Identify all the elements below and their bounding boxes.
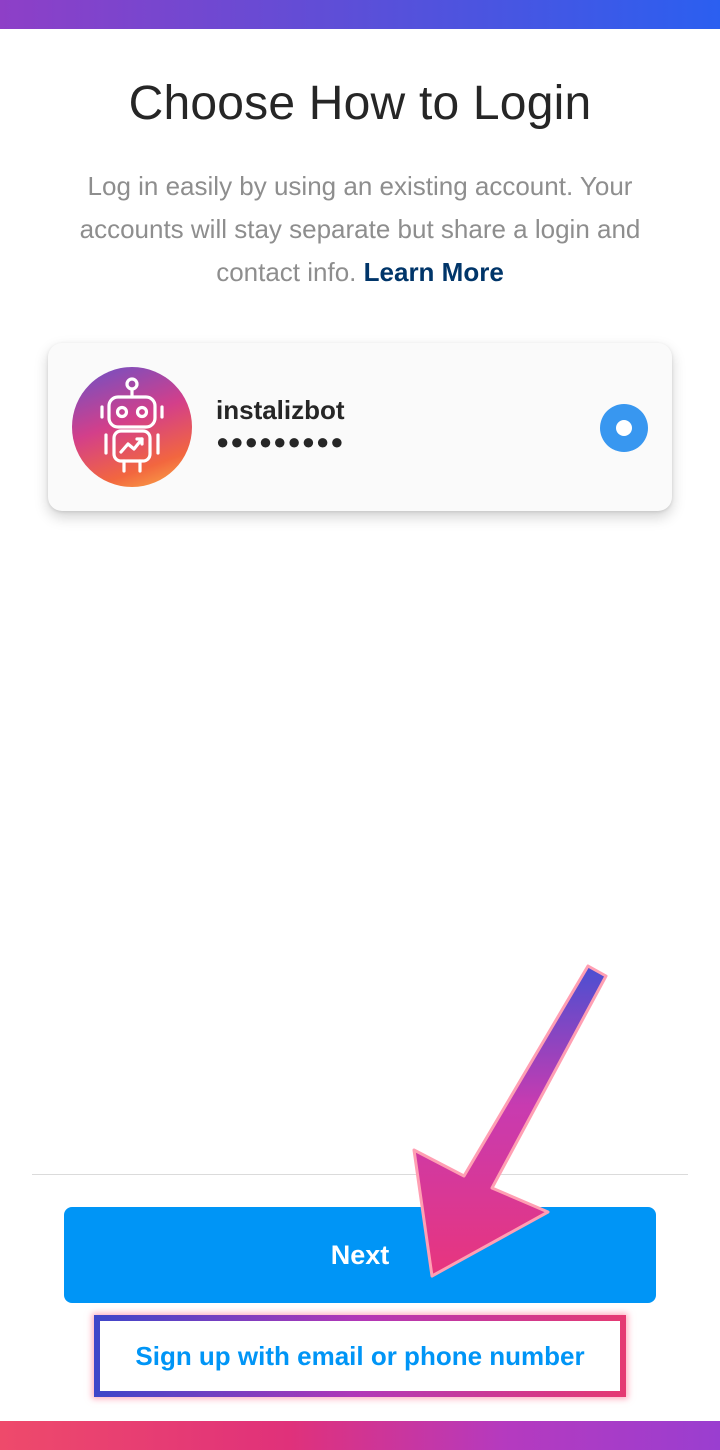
avatar xyxy=(72,367,192,487)
signup-link[interactable]: Sign up with email or phone number xyxy=(100,1321,620,1391)
robot-icon xyxy=(100,377,164,473)
signup-highlight-frame: Sign up with email or phone number xyxy=(94,1315,626,1397)
learn-more-link[interactable]: Learn More xyxy=(364,257,504,287)
subtitle-text: Log in easily by using an existing accou… xyxy=(79,171,641,287)
account-card[interactable]: instalizbot ●●●●●●●●● xyxy=(48,343,672,511)
top-gradient-bar xyxy=(0,0,720,29)
page-subtitle: Log in easily by using an existing accou… xyxy=(60,165,660,294)
bottom-gradient-bar xyxy=(0,1421,720,1450)
account-username: instalizbot xyxy=(216,395,345,425)
page-title: Choose How to Login xyxy=(128,77,592,130)
radio-selected-dot xyxy=(616,420,632,436)
pointer-arrow-icon xyxy=(412,964,608,1278)
account-password-mask: ●●●●●●●●● xyxy=(216,429,345,454)
arrow-shape xyxy=(412,964,608,1278)
signup-highlight-inner: Sign up with email or phone number xyxy=(100,1321,620,1391)
account-radio-button[interactable] xyxy=(600,404,648,452)
